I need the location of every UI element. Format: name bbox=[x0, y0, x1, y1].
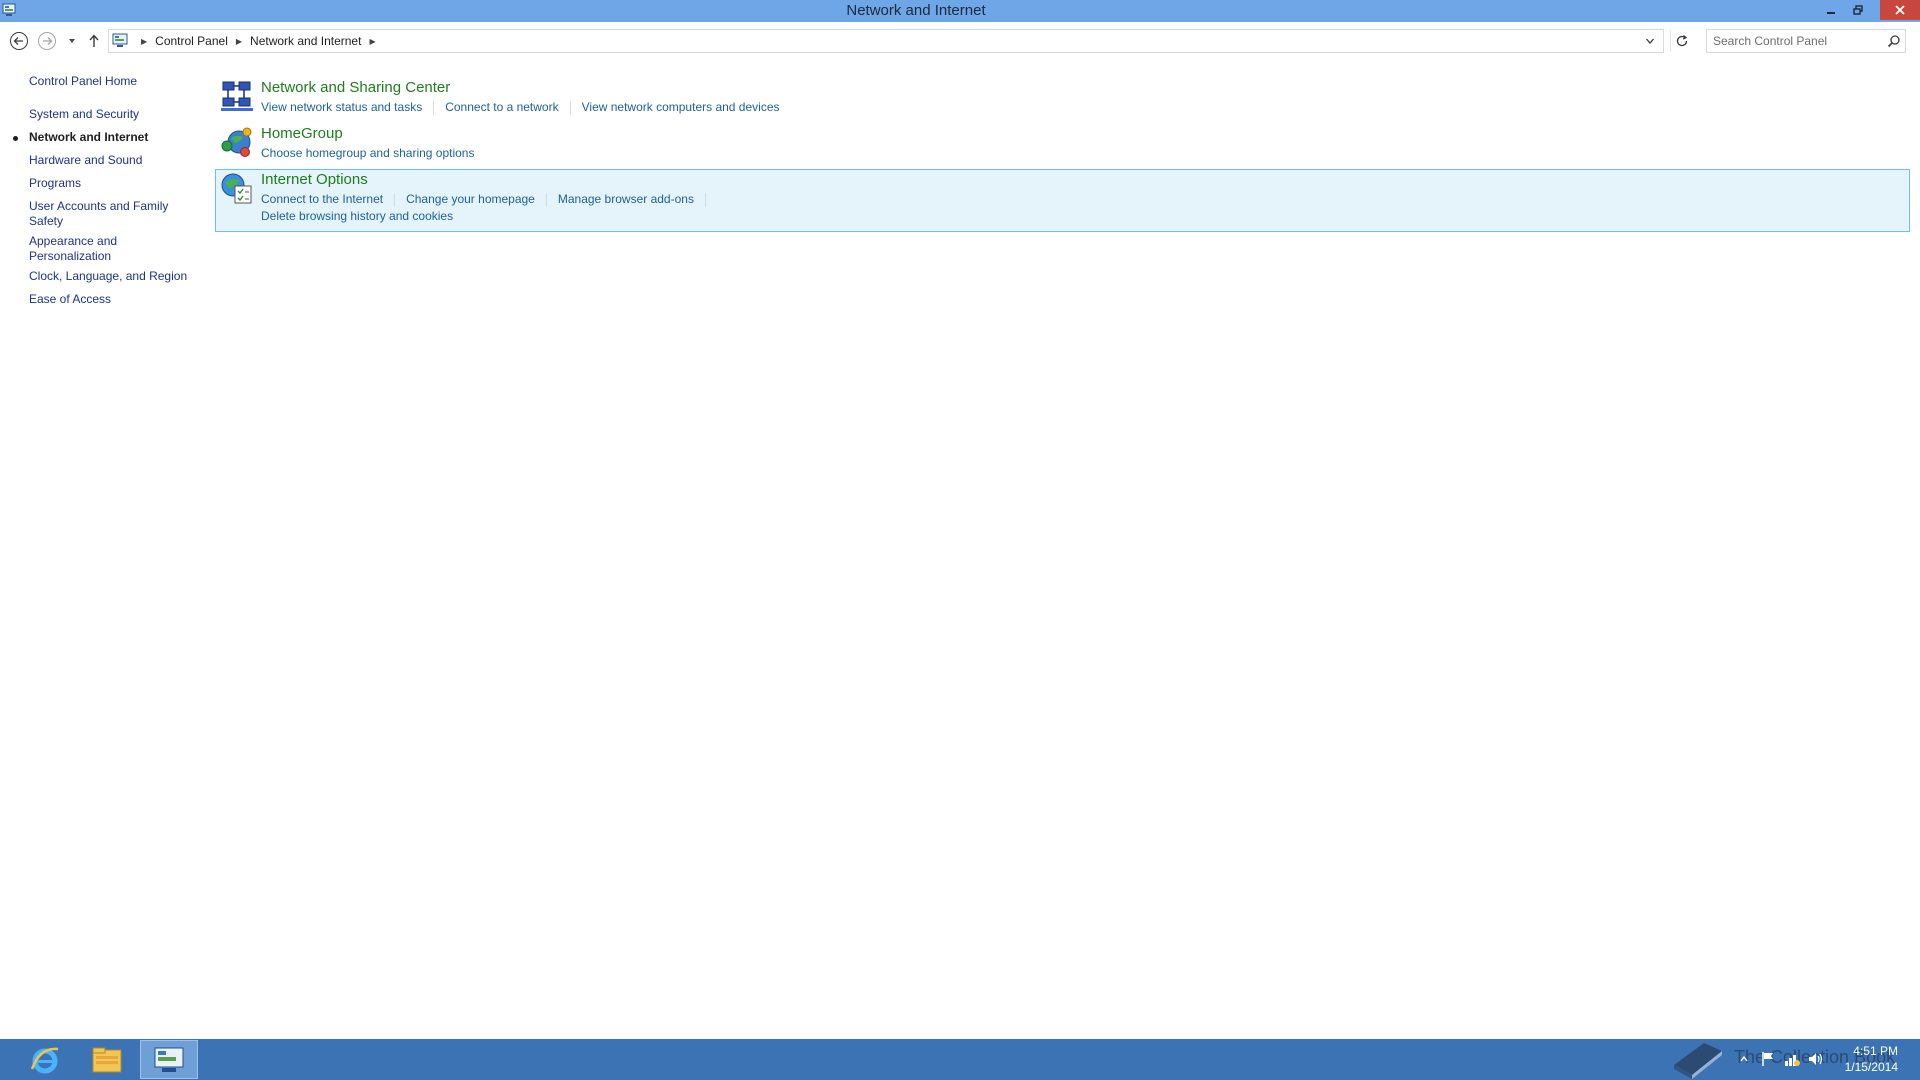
breadcrumb-network-and-internet[interactable]: Network and Internet bbox=[250, 34, 361, 48]
close-button[interactable] bbox=[1880, 0, 1920, 20]
manage-browser-add-ons-link[interactable]: Manage browser add-ons bbox=[558, 192, 694, 207]
link-divider bbox=[394, 193, 396, 207]
taskbar-internet-explorer-button[interactable] bbox=[16, 1040, 74, 1079]
speaker-icon bbox=[1809, 1053, 1823, 1065]
internet-options-tasks: Connect to the Internet Change your home… bbox=[261, 192, 717, 207]
search-input[interactable] bbox=[1713, 33, 1883, 49]
window-title: Network and Internet bbox=[846, 2, 986, 19]
breadcrumb: ▶ Control Panel ▶ Network and Internet ▶ bbox=[133, 30, 384, 52]
internet-options-icon[interactable] bbox=[219, 171, 255, 207]
flag-icon bbox=[1762, 1052, 1773, 1066]
network-and-sharing-center-link[interactable]: Network and Sharing Center bbox=[261, 79, 450, 96]
link-divider bbox=[569, 101, 571, 115]
forward-button[interactable] bbox=[36, 30, 58, 52]
homegroup-tasks: Choose homegroup and sharing options bbox=[261, 146, 474, 160]
clock-time: 4:51 PM bbox=[1853, 1044, 1898, 1058]
file-explorer-icon bbox=[92, 1047, 122, 1072]
breadcrumb-separator-icon[interactable]: ▶ bbox=[369, 37, 375, 46]
up-arrow-icon bbox=[89, 34, 99, 47]
chevron-down-icon bbox=[69, 39, 75, 43]
taskbar-clock[interactable]: 4:51 PM 1/15/2014 bbox=[1845, 1043, 1898, 1075]
network-sharing-center-icon[interactable] bbox=[219, 78, 255, 114]
title-bar: Network and Internet bbox=[0, 0, 1920, 22]
control-panel-icon bbox=[154, 1047, 184, 1072]
system-tray bbox=[1735, 1044, 1831, 1074]
breadcrumb-separator-icon[interactable]: ▶ bbox=[236, 37, 242, 46]
taskbar: The Collection Book 4:51 PM 1/15/2014 bbox=[0, 1039, 1920, 1080]
clock-date: 1/15/2014 bbox=[1844, 1060, 1898, 1074]
chevron-up-icon bbox=[1740, 1055, 1748, 1062]
recent-locations-button[interactable] bbox=[64, 30, 80, 52]
close-icon bbox=[1895, 5, 1905, 15]
category-internet-options: Internet Options Connect to the Internet… bbox=[215, 169, 1910, 232]
view-network-computers-link[interactable]: View network computers and devices bbox=[582, 100, 780, 115]
back-button[interactable] bbox=[8, 30, 30, 52]
show-hidden-icons-button[interactable] bbox=[1735, 1050, 1753, 1068]
network-icon bbox=[1785, 1055, 1800, 1066]
sidebar-item-user-accounts[interactable]: User Accounts and Family Safety bbox=[29, 199, 179, 229]
view-network-status-link[interactable]: View network status and tasks bbox=[261, 100, 422, 115]
refresh-icon bbox=[1676, 35, 1687, 47]
sidebar-item-system-and-security[interactable]: System and Security bbox=[29, 107, 199, 122]
navigation-bar: ▶ Control Panel ▶ Network and Internet ▶ bbox=[0, 22, 1920, 58]
homegroup-icon[interactable] bbox=[219, 124, 255, 160]
address-bar[interactable]: ▶ Control Panel ▶ Network and Internet ▶ bbox=[108, 29, 1664, 53]
sidebar-item-control-panel-home[interactable]: Control Panel Home bbox=[29, 74, 199, 89]
up-button[interactable] bbox=[83, 30, 105, 52]
choose-homegroup-options-link[interactable]: Choose homegroup and sharing options bbox=[261, 146, 474, 160]
delete-browsing-history-link[interactable]: Delete browsing history and cookies bbox=[261, 209, 453, 223]
current-item-bullet-icon bbox=[13, 136, 18, 141]
search-box bbox=[1706, 29, 1906, 53]
sidebar-item-network-and-internet[interactable]: Network and Internet bbox=[13, 130, 199, 145]
network-and-sharing-center-tasks: View network status and tasks Connect to… bbox=[261, 100, 780, 115]
book-icon bbox=[1674, 1043, 1722, 1079]
search-icon[interactable] bbox=[1887, 34, 1901, 48]
network-status-button[interactable] bbox=[1783, 1050, 1801, 1068]
back-arrow-icon bbox=[10, 32, 28, 50]
sidebar-item-ease-of-access[interactable]: Ease of Access bbox=[29, 292, 199, 307]
forward-arrow-icon bbox=[38, 32, 56, 50]
internet-explorer-icon bbox=[30, 1047, 59, 1073]
connect-to-network-link[interactable]: Connect to a network bbox=[445, 100, 558, 115]
volume-button[interactable] bbox=[1807, 1050, 1825, 1068]
breadcrumb-separator-icon[interactable]: ▶ bbox=[141, 37, 147, 46]
restore-icon bbox=[1853, 5, 1863, 15]
action-center-button[interactable] bbox=[1759, 1050, 1777, 1068]
sidebar-item-appearance[interactable]: Appearance and Personalization bbox=[29, 234, 129, 264]
control-panel-icon bbox=[112, 33, 128, 47]
restore-button[interactable] bbox=[1845, 0, 1871, 20]
link-divider bbox=[545, 193, 547, 207]
minimize-icon bbox=[1827, 12, 1835, 14]
refresh-button[interactable] bbox=[1670, 30, 1692, 52]
sidebar-item-programs[interactable]: Programs bbox=[29, 176, 199, 191]
change-homepage-link[interactable]: Change your homepage bbox=[406, 192, 535, 207]
internet-options-link[interactable]: Internet Options bbox=[261, 171, 368, 188]
link-divider bbox=[704, 193, 706, 207]
connect-to-internet-link[interactable]: Connect to the Internet bbox=[261, 192, 383, 207]
category-network-and-sharing-center: Network and Sharing Center View network … bbox=[215, 76, 1910, 120]
breadcrumb-control-panel[interactable]: Control Panel bbox=[155, 34, 228, 48]
sidebar-item-clock-language-region[interactable]: Clock, Language, and Region bbox=[29, 269, 199, 284]
link-divider bbox=[433, 101, 435, 115]
chevron-down-icon bbox=[1646, 38, 1654, 44]
address-dropdown-button[interactable] bbox=[1643, 34, 1657, 48]
sidebar-item-hardware-and-sound[interactable]: Hardware and Sound bbox=[29, 153, 199, 168]
taskbar-file-explorer-button[interactable] bbox=[78, 1040, 136, 1079]
internet-options-tasks-row2: Delete browsing history and cookies bbox=[261, 209, 453, 223]
homegroup-link[interactable]: HomeGroup bbox=[261, 125, 343, 142]
sidebar-item-label: Network and Internet bbox=[29, 130, 149, 144]
category-homegroup: HomeGroup Choose homegroup and sharing o… bbox=[215, 122, 1910, 166]
taskbar-control-panel-button[interactable] bbox=[140, 1040, 198, 1079]
minimize-button[interactable] bbox=[1818, 0, 1844, 20]
